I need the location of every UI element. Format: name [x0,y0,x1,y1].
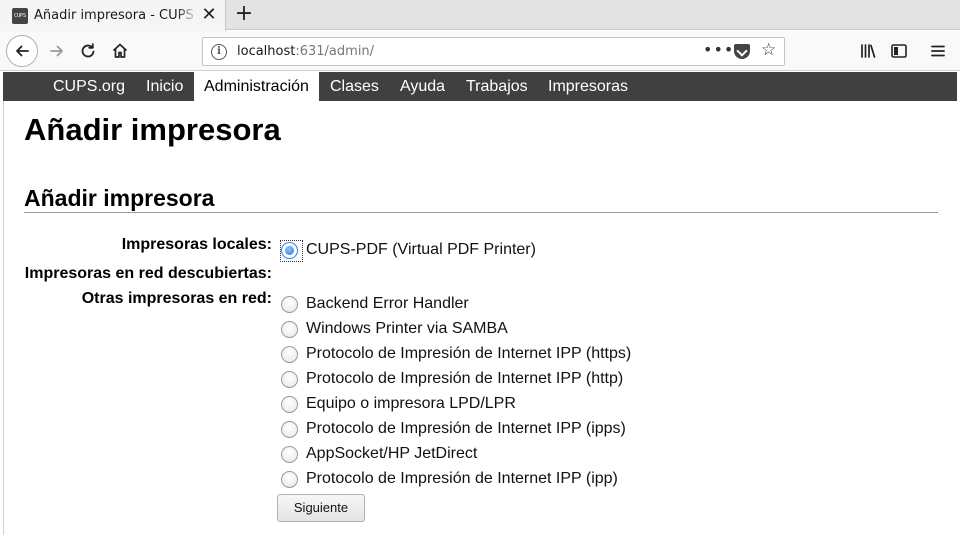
radio-button[interactable] [281,470,298,488]
printer-option-cups-pdf[interactable]: CUPS-PDF (Virtual PDF Printer) [280,239,536,262]
browser-tab[interactable]: CUPS Añadir impresora - CUPS 2 ✕ [0,0,226,31]
radio-button[interactable] [281,295,298,313]
printer-option-label[interactable]: AppSocket/HP JetDirect [306,444,477,464]
url-text[interactable]: localhost:631/admin/ [237,43,374,61]
printer-option[interactable]: Protocolo de Impresión de Internet IPP (… [281,344,631,364]
menu-item-cups-org[interactable]: CUPS.org [43,72,135,101]
open-menu-button[interactable] [923,36,953,66]
discovered-printers-label: Impresoras en red descubiertas: [24,265,272,282]
cups-menu-bar: CUPS.org Inicio Administración Clases Ay… [3,72,957,101]
printer-option-label[interactable]: Protocolo de Impresión de Internet IPP (… [306,419,626,439]
radio-button[interactable] [281,445,298,463]
cups-favicon-icon: CUPS [12,8,28,24]
page-content: Añadir impresora Añadir impresora Impres… [3,101,957,535]
radio-button[interactable] [281,395,298,413]
printer-option-label[interactable]: Protocolo de Impresión de Internet IPP (… [306,369,623,389]
radio-button[interactable] [281,420,298,438]
pocket-icon[interactable] [734,44,750,59]
next-button[interactable]: Siguiente [277,494,365,522]
sidebar-button[interactable] [884,36,914,66]
library-button[interactable] [853,36,883,66]
printer-option-label[interactable]: CUPS-PDF (Virtual PDF Printer) [306,240,536,260]
menu-item-ayuda[interactable]: Ayuda [390,72,455,101]
printer-option[interactable]: Equipo o impresora LPD/LPR [281,394,516,414]
printer-option-label[interactable]: Backend Error Handler [306,294,469,314]
url-path: :631/admin/ [295,44,375,59]
back-arrow-icon [16,45,29,57]
tab-strip: CUPS Añadir impresora - CUPS 2 ✕ + [0,0,960,31]
menu-item-administracion[interactable]: Administración [194,72,319,101]
section-divider [24,212,938,213]
focus-ring [280,239,303,262]
local-printers-label: Impresoras locales: [121,236,272,253]
menu-item-trabajos[interactable]: Trabajos [456,72,538,101]
printer-option-label[interactable]: Protocolo de Impresión de Internet IPP (… [306,344,631,364]
other-printers-label: Otras impresoras en red: [81,290,272,307]
printer-option[interactable]: AppSocket/HP JetDirect [281,444,477,464]
radio-button[interactable] [281,320,298,338]
page-title: Añadir impresora [24,112,281,147]
tab-title: Añadir impresora - CUPS 2 [34,8,196,23]
printer-option[interactable]: Protocolo de Impresión de Internet IPP (… [281,469,618,489]
printer-option[interactable]: Protocolo de Impresión de Internet IPP (… [281,419,626,439]
menu-item-impresoras[interactable]: Impresoras [538,72,638,101]
sidebar-icon [891,44,907,58]
site-info-icon[interactable]: i [211,44,227,60]
bookmark-star-icon[interactable]: ☆ [761,40,776,60]
section-title: Añadir impresora [24,185,215,211]
radio-button[interactable] [281,370,298,388]
printer-option[interactable]: Windows Printer via SAMBA [281,319,508,339]
menu-item-inicio[interactable]: Inicio [136,72,193,101]
library-icon [861,44,876,58]
forward-arrow-icon [50,45,63,57]
radio-button[interactable] [281,345,298,363]
url-host: localhost [237,44,296,59]
reload-button[interactable] [73,36,103,66]
printer-option-label[interactable]: Windows Printer via SAMBA [306,319,508,339]
reload-icon [81,43,95,58]
forward-button[interactable] [42,36,72,66]
menu-item-clases[interactable]: Clases [320,72,389,101]
page-actions-icon[interactable]: ••• [703,40,734,59]
address-bar[interactable]: i localhost:631/admin/ ••• ☆ [202,37,785,66]
home-icon [112,43,128,58]
radio-button[interactable] [280,239,303,262]
printer-option[interactable]: Protocolo de Impresión de Internet IPP (… [281,369,623,389]
navigation-toolbar: i localhost:631/admin/ ••• ☆ [0,31,960,71]
close-tab-icon[interactable]: ✕ [200,6,218,24]
hamburger-menu-icon [931,45,945,57]
new-tab-icon[interactable]: + [232,2,256,26]
printer-option-label[interactable]: Equipo o impresora LPD/LPR [306,394,516,414]
printer-option[interactable]: Backend Error Handler [281,294,469,314]
home-button[interactable] [105,36,135,66]
printer-option-label[interactable]: Protocolo de Impresión de Internet IPP (… [306,469,618,489]
tab-title-fade [176,4,198,26]
back-button[interactable] [6,35,38,67]
